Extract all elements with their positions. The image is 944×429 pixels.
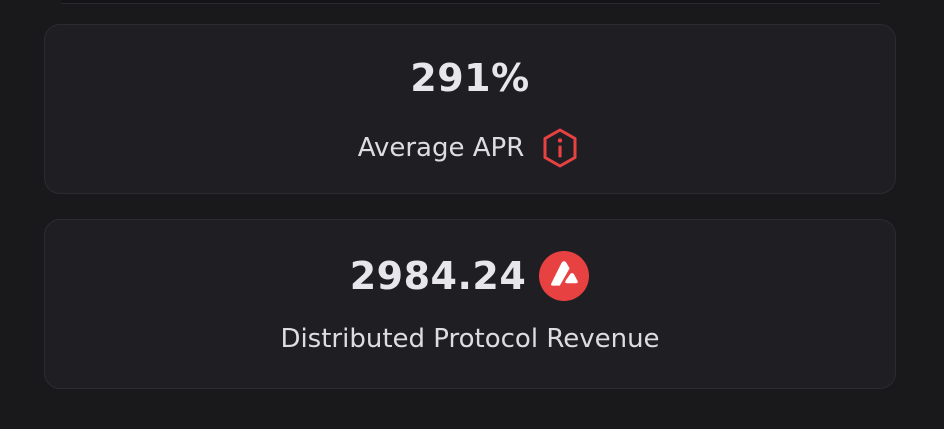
protocol-revenue-card: 2984.24 Distributed Protocol Revenue (44, 219, 896, 389)
protocol-revenue-value-row: 2984.24 (45, 250, 895, 302)
previous-card-edge (62, 0, 880, 4)
protocol-revenue-label: Distributed Protocol Revenue (280, 324, 660, 354)
average-apr-card: 291% Average APR (44, 24, 896, 194)
average-apr-value: 291% (410, 56, 530, 100)
info-icon[interactable] (538, 126, 582, 170)
average-apr-label-row: Average APR (45, 126, 895, 170)
avax-token-icon (538, 250, 590, 302)
average-apr-label: Average APR (357, 133, 525, 163)
protocol-revenue-value: 2984.24 (349, 254, 527, 298)
protocol-revenue-label-row: Distributed Protocol Revenue (45, 324, 895, 354)
